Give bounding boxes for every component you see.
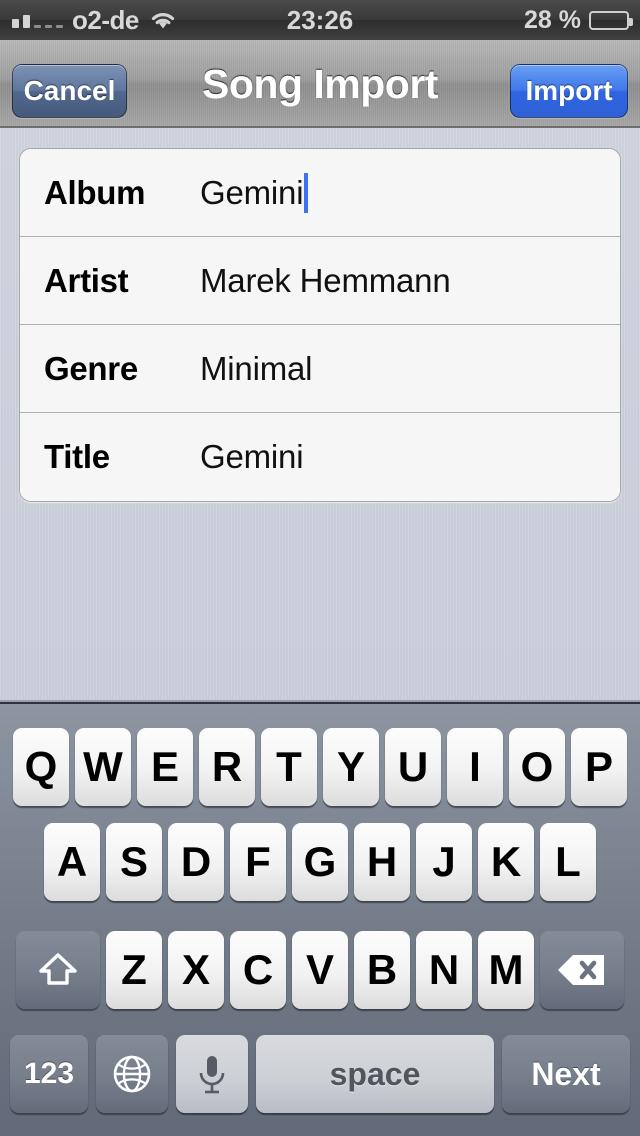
shift-arrow-icon bbox=[39, 953, 77, 985]
space-key[interactable]: space bbox=[256, 1035, 494, 1113]
form-row-genre[interactable]: Genre Minimal bbox=[20, 325, 620, 413]
key-w[interactable]: W bbox=[75, 728, 131, 806]
field-value-album: Gemini bbox=[200, 173, 304, 211]
field-input-artist[interactable]: Marek Hemmann bbox=[200, 262, 620, 300]
field-value-genre: Minimal bbox=[200, 349, 313, 387]
text-caret bbox=[304, 172, 309, 213]
status-bar-left: o2-de bbox=[0, 5, 178, 36]
key-r[interactable]: R bbox=[199, 728, 255, 806]
field-input-album[interactable]: Gemini bbox=[200, 172, 620, 213]
key-g[interactable]: G bbox=[292, 823, 348, 901]
globe-key[interactable] bbox=[96, 1035, 168, 1113]
status-bar: o2-de 23:26 28 % bbox=[0, 0, 640, 40]
key-t[interactable]: T bbox=[261, 728, 317, 806]
key-m[interactable]: M bbox=[478, 931, 534, 1009]
globe-icon bbox=[113, 1055, 151, 1093]
field-label-title: Title bbox=[44, 438, 110, 475]
field-value-title: Gemini bbox=[200, 438, 304, 475]
form-row-artist[interactable]: Artist Marek Hemmann bbox=[20, 237, 620, 325]
field-label-genre: Genre bbox=[44, 349, 138, 387]
keyboard-row-1: QWERTYUIOP bbox=[0, 704, 640, 808]
form-row-title[interactable]: Title Gemini bbox=[20, 413, 620, 501]
key-j[interactable]: J bbox=[416, 823, 472, 901]
keyboard-row-3-letters: ZXCVBNM bbox=[106, 931, 534, 1009]
content-area: Album Gemini Artist Marek Hemmann Genre … bbox=[0, 128, 640, 702]
import-button[interactable]: Import bbox=[510, 64, 628, 118]
field-value-artist: Marek Hemmann bbox=[200, 261, 451, 299]
keyboard-row-3: ZXCVBNM bbox=[0, 916, 640, 1024]
field-label-album: Album bbox=[44, 173, 146, 211]
key-i[interactable]: I bbox=[447, 728, 503, 806]
battery-icon bbox=[589, 10, 633, 30]
navigation-bar: Cancel Song Import Import bbox=[0, 40, 640, 128]
key-y[interactable]: Y bbox=[323, 728, 379, 806]
key-c[interactable]: C bbox=[230, 931, 286, 1009]
key-q[interactable]: Q bbox=[13, 728, 69, 806]
key-e[interactable]: E bbox=[137, 728, 193, 806]
key-h[interactable]: H bbox=[354, 823, 410, 901]
form-row-album[interactable]: Album Gemini bbox=[20, 149, 620, 237]
key-a[interactable]: A bbox=[44, 823, 100, 901]
key-s[interactable]: S bbox=[106, 823, 162, 901]
key-n[interactable]: N bbox=[416, 931, 472, 1009]
onscreen-keyboard[interactable]: QWERTYUIOP ASDFGHJKL ZXCVBNM 123 space N… bbox=[0, 702, 640, 1136]
key-u[interactable]: U bbox=[385, 728, 441, 806]
key-o[interactable]: O bbox=[509, 728, 565, 806]
signal-bar bbox=[12, 19, 19, 28]
field-input-genre[interactable]: Minimal bbox=[200, 350, 620, 388]
next-key[interactable]: Next bbox=[502, 1035, 630, 1113]
microphone-key[interactable] bbox=[176, 1035, 248, 1113]
metadata-form-card: Album Gemini Artist Marek Hemmann Genre … bbox=[19, 148, 621, 502]
keyboard-row-4: 123 space Next bbox=[0, 1024, 640, 1124]
wifi-icon bbox=[151, 13, 174, 29]
key-l[interactable]: L bbox=[540, 823, 596, 901]
key-b[interactable]: B bbox=[354, 931, 410, 1009]
signal-bar bbox=[45, 25, 52, 28]
backspace-key[interactable] bbox=[540, 931, 624, 1009]
key-d[interactable]: D bbox=[168, 823, 224, 901]
key-z[interactable]: Z bbox=[106, 931, 162, 1009]
field-input-title[interactable]: Gemini bbox=[200, 438, 620, 476]
keyboard-row-2: ASDFGHJKL bbox=[0, 808, 640, 916]
iphone-screen: o2-de 23:26 28 % Cancel Song Import Impo… bbox=[0, 0, 640, 1136]
signal-bar bbox=[23, 15, 30, 28]
field-label-artist: Artist bbox=[44, 261, 129, 299]
status-bar-right: 28 % bbox=[524, 0, 633, 40]
signal-bar bbox=[56, 25, 63, 28]
signal-bar bbox=[34, 25, 41, 28]
carrier-label: o2-de bbox=[72, 4, 139, 35]
microphone-icon bbox=[199, 1056, 225, 1094]
signal-strength-icon bbox=[12, 12, 63, 28]
battery-percent-label: 28 % bbox=[524, 5, 581, 34]
key-p[interactable]: P bbox=[571, 728, 627, 806]
numbers-key[interactable]: 123 bbox=[10, 1035, 88, 1113]
key-f[interactable]: F bbox=[230, 823, 286, 901]
backspace-icon bbox=[558, 955, 604, 985]
shift-key[interactable] bbox=[16, 931, 100, 1009]
key-v[interactable]: V bbox=[292, 931, 348, 1009]
key-k[interactable]: K bbox=[478, 823, 534, 901]
key-x[interactable]: X bbox=[168, 931, 224, 1009]
